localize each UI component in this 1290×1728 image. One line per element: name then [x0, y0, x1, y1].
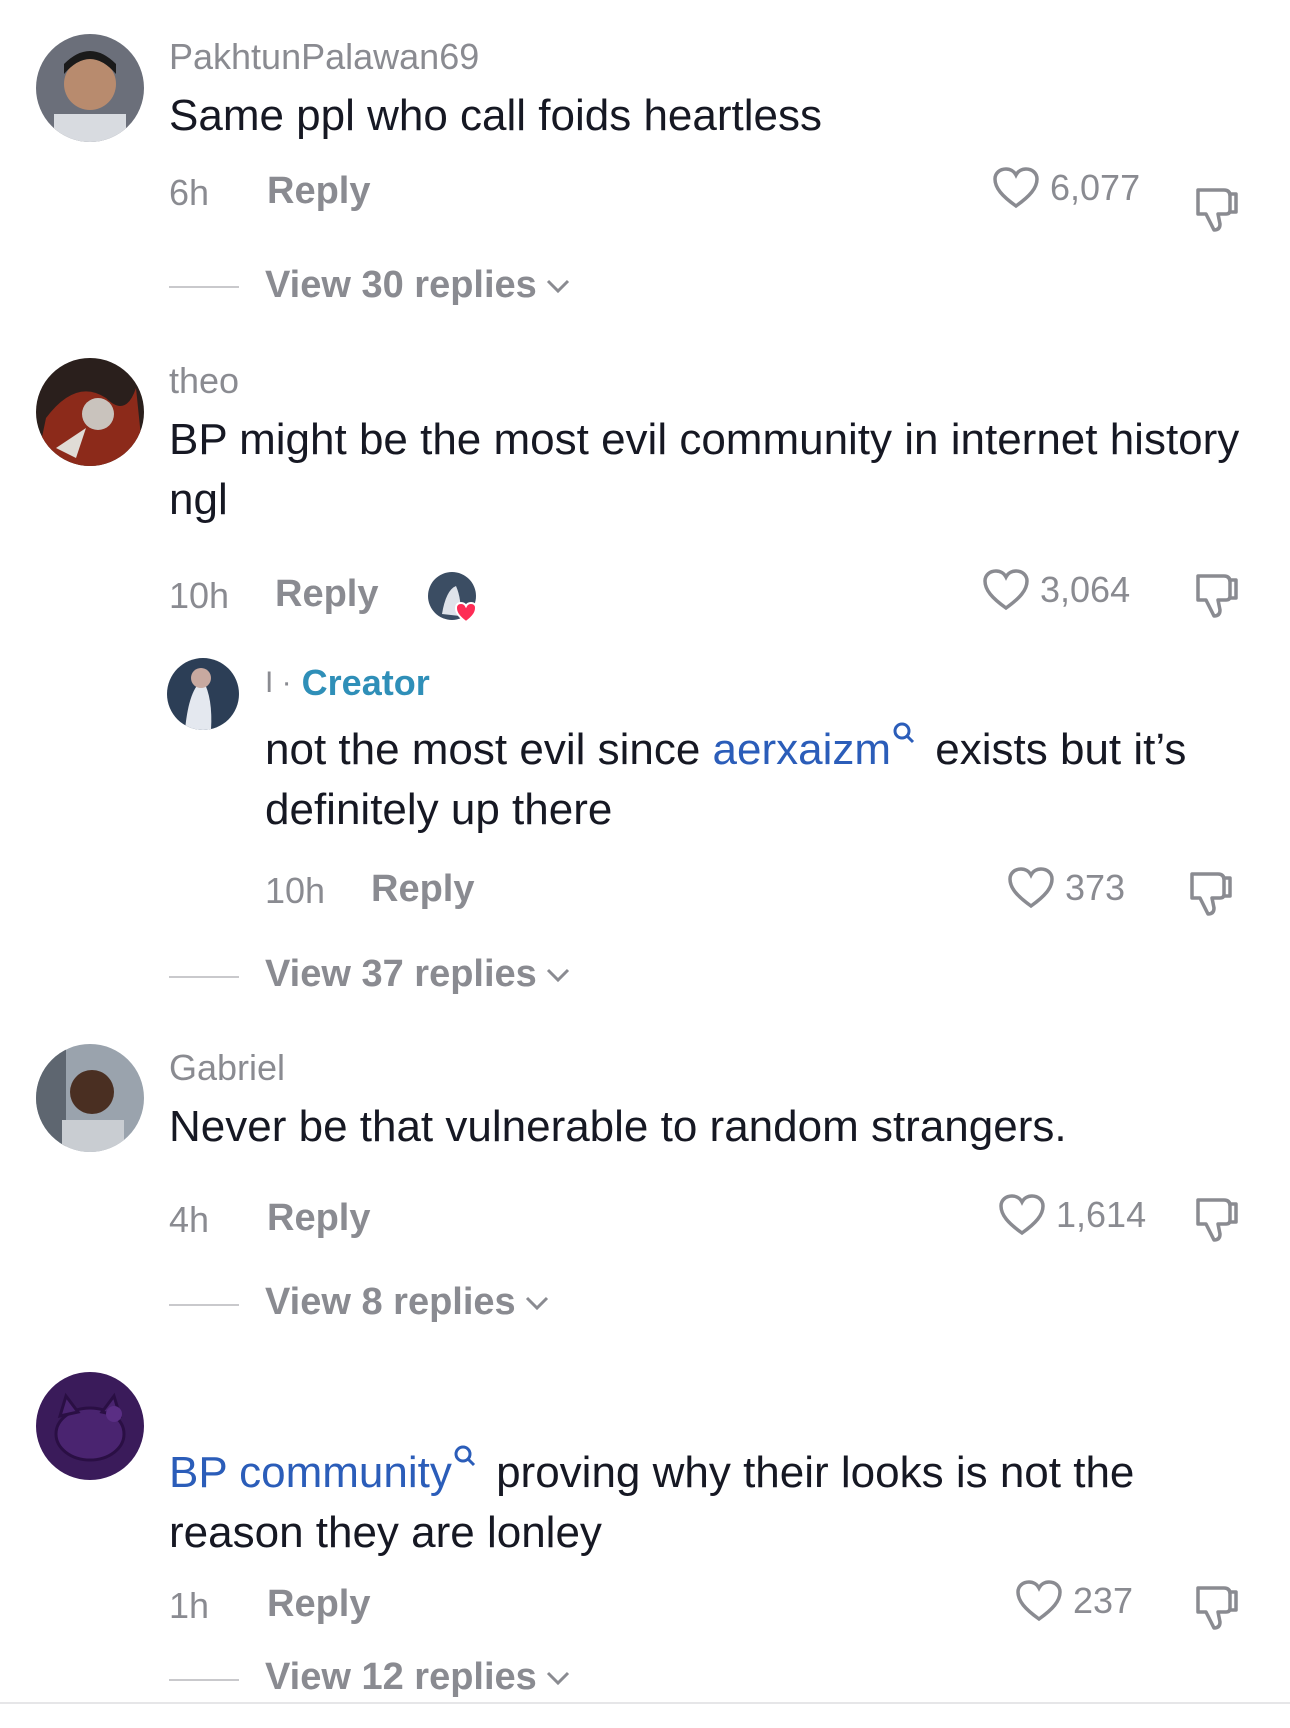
bottom-divider: [0, 1702, 1290, 1704]
creator-avatar[interactable]: [167, 658, 239, 730]
view-replies-label: View 12 replies: [265, 1656, 537, 1698]
reply-button[interactable]: Reply: [267, 1197, 370, 1240]
thumbs-down-outline-icon[interactable]: [1190, 184, 1240, 236]
reply-button[interactable]: Reply: [267, 170, 370, 213]
comment-time: 6h: [169, 172, 210, 213]
like-button[interactable]: 237: [1015, 1579, 1133, 1623]
creator-prefix: I ·: [265, 666, 292, 699]
comment-time: 1h: [169, 1585, 210, 1626]
chevron-down-icon: [546, 1671, 569, 1685]
view-replies-label: View 30 replies: [265, 264, 537, 306]
like-count: 6,077: [1050, 167, 1141, 208]
search-tag-link[interactable]: aerxaizm: [712, 722, 924, 774]
comment-time: 10h: [169, 575, 230, 616]
thumbs-down-outline-icon[interactable]: [1184, 868, 1234, 920]
chevron-down-icon: [546, 279, 569, 293]
tag-label: aerxaizm: [712, 725, 892, 774]
like-button[interactable]: 3,064: [982, 568, 1130, 612]
like-count: 3,064: [1040, 569, 1131, 610]
divider-line: [169, 1304, 239, 1306]
thumbs-down-outline-icon[interactable]: [1190, 1194, 1240, 1246]
creator-badge: Creator: [301, 662, 430, 703]
view-replies-label: View 37 replies: [265, 953, 537, 995]
chevron-down-icon: [525, 1296, 548, 1310]
thumbs-down-outline-icon[interactable]: [1190, 570, 1240, 622]
creator-liked-icon: [428, 572, 478, 624]
thumbs-down-outline-icon[interactable]: [1190, 1582, 1240, 1634]
avatar[interactable]: [36, 1044, 144, 1152]
text-segment: not the most evil since: [265, 725, 713, 774]
like-count: 373: [1065, 867, 1126, 908]
comment-username[interactable]: PakhtunPalawan69: [169, 36, 479, 78]
chevron-down-icon: [546, 968, 569, 982]
search-icon: [893, 722, 915, 744]
search-tag-link[interactable]: BP community: [169, 1445, 484, 1497]
search-icon: [454, 1445, 475, 1467]
view-replies-button[interactable]: View 8 replies: [265, 1281, 550, 1324]
comment-time: 10h: [265, 870, 326, 911]
like-button[interactable]: 373: [1007, 866, 1125, 910]
heart-outline-icon: [1016, 1580, 1062, 1622]
heart-outline-icon: [1008, 867, 1054, 909]
comment-text: Same ppl who call foids heartless: [169, 91, 822, 140]
view-replies-label: View 8 replies: [265, 1281, 516, 1323]
tag-label: BP community: [169, 1448, 452, 1497]
comment-username[interactable]: Gabriel: [169, 1047, 285, 1089]
like-count: 1,614: [1056, 1194, 1147, 1235]
comment-text: BP community proving why their looks is …: [169, 1443, 1249, 1563]
like-button[interactable]: 1,614: [998, 1193, 1146, 1237]
heart-outline-icon: [983, 569, 1029, 611]
creator-header: I · Creator: [265, 662, 430, 704]
view-replies-button[interactable]: View 12 replies: [265, 1656, 571, 1699]
avatar[interactable]: [36, 358, 144, 466]
reply-button[interactable]: Reply: [275, 573, 378, 616]
avatar[interactable]: [36, 34, 144, 142]
comment-text: Never be that vulnerable to random stran…: [169, 1102, 1067, 1151]
comment-username[interactable]: theo: [169, 360, 239, 402]
like-button[interactable]: 6,077: [992, 166, 1140, 210]
avatar[interactable]: [36, 1372, 144, 1480]
creator-reply-text: not the most evil since aerxaizm exists …: [265, 720, 1225, 840]
heart-outline-icon: [999, 1194, 1045, 1236]
reply-button[interactable]: Reply: [267, 1583, 370, 1626]
comment-text: BP might be the most evil community in i…: [169, 415, 1240, 524]
comment-time: 4h: [169, 1199, 210, 1240]
heart-outline-icon: [993, 167, 1039, 209]
reply-button[interactable]: Reply: [371, 868, 474, 911]
view-replies-button[interactable]: View 37 replies: [265, 953, 571, 996]
divider-line: [169, 1679, 239, 1681]
divider-line: [169, 976, 239, 978]
divider-line: [169, 286, 239, 288]
view-replies-button[interactable]: View 30 replies: [265, 264, 571, 307]
like-count: 237: [1073, 1580, 1134, 1621]
